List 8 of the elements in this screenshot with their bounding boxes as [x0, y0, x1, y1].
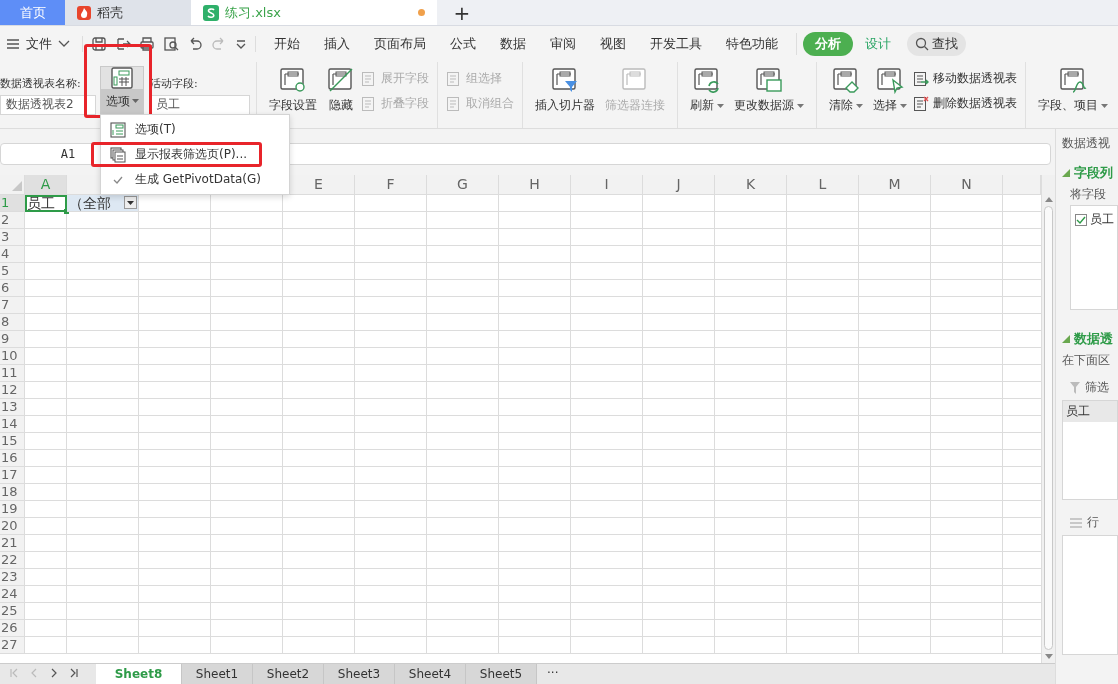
pivot-name-label: 数据透视表名称: [0, 75, 82, 91]
rows-area-label: 行 [1087, 514, 1099, 531]
areas-hint: 在下面区 [1062, 352, 1111, 369]
section-heading: 字段列 [1074, 164, 1113, 182]
panel-title: 数据透视 [1062, 135, 1111, 152]
filter-area-label: 筛选 [1085, 379, 1109, 396]
field-list-hint: 将字段 [1070, 186, 1107, 203]
section-heading: 数据透 [1074, 330, 1113, 348]
